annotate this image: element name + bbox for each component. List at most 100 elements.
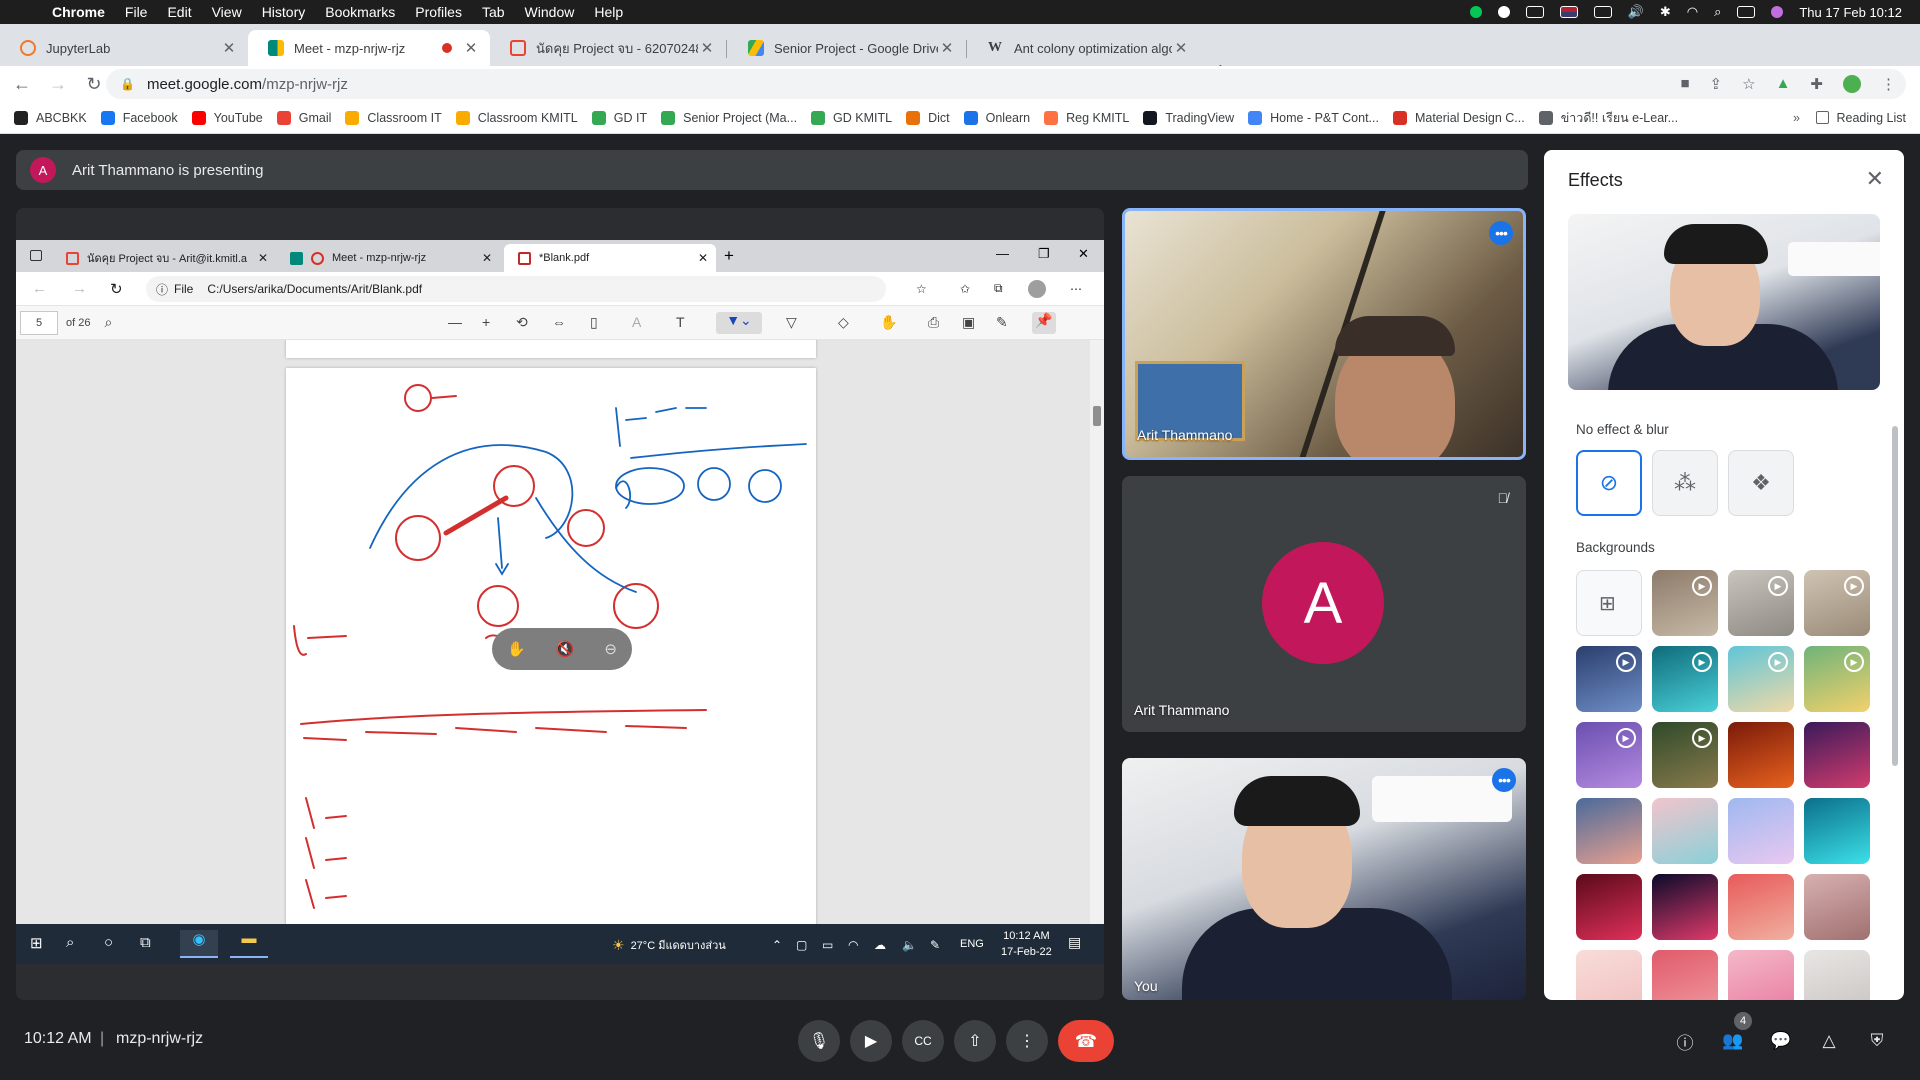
- leave-call-button[interactable]: ☎: [1058, 1020, 1114, 1062]
- extensions-puzzle-icon[interactable]: ✚: [1810, 75, 1823, 93]
- back-icon[interactable]: ←: [8, 74, 36, 95]
- bookmark-item[interactable]: Facebook: [100, 110, 178, 125]
- bookmark-star-icon[interactable]: ☆: [1742, 75, 1755, 93]
- effects-scrollbar[interactable]: [1892, 426, 1898, 766]
- camera-button[interactable]: ▶: [850, 1020, 892, 1062]
- close-tab-icon[interactable]: ✕: [462, 39, 480, 57]
- background-beach-button[interactable]: ▶: [1728, 646, 1794, 712]
- camera-in-use-icon[interactable]: ■: [1680, 75, 1689, 93]
- background-classroom-button[interactable]: ▶: [1652, 570, 1718, 636]
- tab-meet[interactable]: Meet - mzp-nrjw-rjz ✕: [248, 30, 490, 66]
- background-pink-beach-button[interactable]: [1652, 798, 1718, 864]
- menu-bookmarks[interactable]: Bookmarks: [325, 4, 395, 20]
- menu-app-chrome[interactable]: Chrome: [52, 4, 105, 20]
- menu-history[interactable]: History: [262, 4, 306, 20]
- background-purple-fantasy-button[interactable]: ▶: [1576, 722, 1642, 788]
- bookmark-item[interactable]: GD IT: [591, 110, 647, 125]
- tab-wikipedia[interactable]: W Ant colony optimization algorit ✕: [968, 30, 1200, 66]
- participant-tile-arit-video[interactable]: ••• Arit Thammano: [1122, 208, 1526, 460]
- bookmark-item[interactable]: Material Design C...: [1392, 110, 1525, 125]
- tab-google-drive[interactable]: Senior Project - Google Drive ✕: [728, 30, 966, 66]
- bookmark-item[interactable]: ข่าวดี!! เรียน e-Lear...: [1538, 108, 1678, 128]
- bookmark-item[interactable]: TradingView: [1143, 110, 1234, 125]
- background-fireworks-button[interactable]: [1652, 874, 1718, 940]
- participant-tile-arit-avatar[interactable]: 🎙̸ A Arit Thammano: [1122, 476, 1526, 732]
- bookmark-item[interactable]: Senior Project (Ma...: [661, 110, 797, 125]
- battery-icon[interactable]: [1593, 6, 1612, 18]
- background-tiger-button[interactable]: [1728, 722, 1794, 788]
- share-icon[interactable]: ⇪: [1710, 75, 1723, 93]
- chrome-menu-icon[interactable]: ⋮: [1881, 75, 1896, 93]
- tab-jupyterlab[interactable]: JupyterLab ✕: [0, 30, 248, 66]
- background-underwater-button[interactable]: ▶: [1652, 646, 1718, 712]
- address-bar[interactable]: 🔒 meet.google.com/mzp-nrjw-rjz ■ ⇪ ☆ ▲ ✚…: [106, 69, 1906, 99]
- forward-icon[interactable]: →: [44, 74, 72, 95]
- menu-tab[interactable]: Tab: [482, 4, 505, 20]
- bookmark-item[interactable]: GD KMITL: [811, 110, 892, 125]
- menu-profiles[interactable]: Profiles: [415, 4, 462, 20]
- close-tab-icon[interactable]: ✕: [1172, 39, 1190, 57]
- background-red-nebula-button[interactable]: [1576, 874, 1642, 940]
- more-options-button[interactable]: ⋮: [1006, 1020, 1048, 1062]
- reload-icon[interactable]: ↻: [80, 74, 108, 95]
- menu-help[interactable]: Help: [594, 4, 623, 20]
- bookmark-item[interactable]: YouTube: [191, 110, 263, 125]
- drive-extension-icon[interactable]: ▲: [1776, 75, 1791, 93]
- siri-icon[interactable]: [1771, 6, 1784, 18]
- presentation-tile[interactable]: นัดคุย Project จบ - Arit@it.kmitl.a ✕ Me…: [16, 208, 1104, 1000]
- bluetooth-icon[interactable]: ✱: [1660, 4, 1671, 20]
- background-office-button[interactable]: ▶: [1728, 570, 1794, 636]
- keyboard-icon[interactable]: [1525, 6, 1544, 18]
- present-button[interactable]: ⇧: [954, 1020, 996, 1062]
- close-tab-icon[interactable]: ✕: [938, 39, 956, 57]
- background-garden-button[interactable]: ▶: [1804, 646, 1870, 712]
- more-options-icon[interactable]: •••: [1492, 768, 1516, 792]
- bookmark-item[interactable]: Classroom IT: [345, 110, 442, 125]
- bookmark-item[interactable]: Classroom KMITL: [455, 110, 578, 125]
- media-icon[interactable]: [1497, 6, 1510, 18]
- background-roses-button[interactable]: [1804, 874, 1870, 940]
- host-controls-button[interactable]: ⛨: [1864, 1028, 1890, 1054]
- wifi-icon[interactable]: ◠: [1687, 4, 1698, 20]
- menu-edit[interactable]: Edit: [167, 4, 191, 20]
- background-sunset-gradient-button[interactable]: [1576, 798, 1642, 864]
- menu-file[interactable]: File: [125, 4, 148, 20]
- background-pink-dots-button[interactable]: [1576, 950, 1642, 1000]
- background-forest-button[interactable]: ▶: [1652, 722, 1718, 788]
- more-options-icon[interactable]: •••: [1489, 221, 1513, 245]
- menu-view[interactable]: View: [212, 4, 242, 20]
- bookmark-item[interactable]: Gmail: [276, 110, 331, 125]
- reading-list-button[interactable]: Reading List: [1815, 111, 1906, 125]
- close-icon[interactable]: ✕: [1866, 166, 1884, 192]
- meeting-code[interactable]: mzp-nrjw-rjz: [116, 1030, 203, 1048]
- background-aurora-button[interactable]: [1804, 798, 1870, 864]
- background-red-grid-button[interactable]: [1652, 950, 1718, 1000]
- tab-gmail[interactable]: นัดคุย Project จบ - 62070248@ ✕: [490, 30, 726, 66]
- background-flowers-button[interactable]: [1728, 874, 1794, 940]
- background-lounge-button[interactable]: ▶: [1804, 570, 1870, 636]
- participant-tile-you[interactable]: ••• You: [1122, 758, 1526, 1000]
- microphone-button[interactable]: 🎙: [798, 1020, 840, 1062]
- volume-icon[interactable]: 🔊: [1628, 4, 1644, 20]
- no-effect-button[interactable]: ⊘: [1576, 450, 1642, 516]
- line-app-icon[interactable]: [1469, 6, 1482, 18]
- background-stage-button[interactable]: [1804, 722, 1870, 788]
- background-clouds-button[interactable]: [1728, 798, 1794, 864]
- background-white-room-button[interactable]: [1804, 950, 1870, 1000]
- activities-button[interactable]: △: [1816, 1028, 1842, 1054]
- chat-button[interactable]: 💬: [1768, 1028, 1794, 1054]
- menubar-clock[interactable]: Thu 17 Feb 10:12: [1799, 5, 1902, 20]
- bookmark-item[interactable]: Home - P&T Cont...: [1248, 110, 1379, 125]
- background-upload-button[interactable]: ⊞: [1576, 570, 1642, 636]
- control-center-icon[interactable]: [1737, 6, 1756, 18]
- meeting-details-button[interactable]: ⓘ: [1672, 1028, 1698, 1054]
- background-sakura-button[interactable]: [1728, 950, 1794, 1000]
- input-flag-icon[interactable]: [1559, 6, 1578, 18]
- bookmark-item[interactable]: Onlearn: [963, 110, 1030, 125]
- background-space-lounge-button[interactable]: ▶: [1576, 646, 1642, 712]
- bookmark-item[interactable]: Dict: [906, 110, 950, 125]
- close-tab-icon[interactable]: ✕: [698, 39, 716, 57]
- spotlight-search-icon[interactable]: ⌕: [1714, 4, 1721, 20]
- menu-window[interactable]: Window: [525, 4, 575, 20]
- slight-blur-button[interactable]: ⁂: [1652, 450, 1718, 516]
